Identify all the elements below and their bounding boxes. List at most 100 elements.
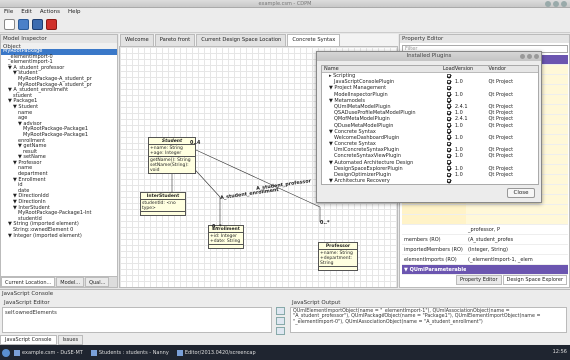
taskbar-item[interactable]: Editor/2013.0420/screencap <box>176 349 256 356</box>
plugin-row[interactable]: GccXmlArchitectureRecoveryBackendPlugin 1… <box>322 184 538 185</box>
clear-icon[interactable] <box>276 327 285 335</box>
javascript-console-panel: JavaScript Console JavaScript Editor Jav… <box>0 289 570 345</box>
header-load[interactable]: Load <box>443 66 455 72</box>
taskbar-item[interactable]: example.csm - DuSE-MT <box>14 349 83 356</box>
property-row[interactable] <box>402 205 568 215</box>
inspector-tab[interactable]: Current Location... <box>1 277 56 287</box>
load-checkbox[interactable] <box>446 79 451 84</box>
property-row[interactable]: _professor, P <box>402 225 568 235</box>
uml-class-name: Student <box>149 138 195 145</box>
taskbar: example.csm - DuSE-MT Students : students… <box>0 345 570 360</box>
taskbar-item-label: example.csm - DuSE-MT <box>22 349 83 356</box>
new-file-icon[interactable] <box>4 19 15 30</box>
menu-item[interactable]: Help <box>68 9 81 15</box>
window-titlebar: example.csm - CDPM <box>0 0 570 8</box>
menu-item[interactable]: File <box>4 9 13 15</box>
plugins-list-header: Name Load Version Vendor <box>322 66 538 73</box>
tree-item[interactable]: ▼ Integer (imported element) <box>1 233 117 240</box>
close-button[interactable]: Close <box>507 188 535 198</box>
load-checkbox[interactable] <box>446 92 451 97</box>
load-checkbox[interactable] <box>446 73 451 78</box>
js-console-title: JavaScript Console <box>0 290 570 298</box>
center-tab[interactable]: Welcome <box>120 34 154 46</box>
close-project-icon[interactable] <box>46 19 57 30</box>
menubar: File Edit Actions Help <box>0 8 570 16</box>
window-title: example.csm - CDPM <box>258 1 312 7</box>
plugin-load-cell <box>443 184 455 185</box>
inspector-tab[interactable]: Qual... <box>85 277 110 287</box>
header-name[interactable]: Name <box>322 66 443 72</box>
property-value <box>466 265 568 274</box>
start-menu-icon[interactable] <box>2 348 10 357</box>
inspector-bottom-tabs: Current Location... Model... Qual... <box>1 276 117 287</box>
load-checkbox[interactable] <box>446 116 451 121</box>
installed-plugins-dialog: Installed Plugins Name Load Version Vend… <box>316 51 542 203</box>
center-tabs: Welcome Pareto front Current Design Space … <box>119 34 398 46</box>
load-checkbox[interactable] <box>446 141 451 146</box>
save-icon[interactable] <box>32 19 43 30</box>
taskbar-item[interactable]: Students : students - Nanny <box>90 349 169 356</box>
uml-class-interstudent[interactable]: InterStudent studentId: <no type> <box>140 192 186 216</box>
property-key: ▼ QUmlParameterableElem... <box>402 265 466 274</box>
load-checkbox[interactable] <box>446 129 451 134</box>
property-row[interactable]: elementImports (RO) (_elementImport-1, _e… <box>402 255 568 265</box>
load-checkbox[interactable] <box>446 153 451 158</box>
load-checkbox[interactable] <box>446 172 451 177</box>
dialog-maximize-icon[interactable] <box>527 53 532 59</box>
inspector-tab[interactable]: Model... <box>56 277 85 287</box>
js-editor[interactable]: self.ownedElements <box>2 307 272 333</box>
property-key: members (RO) <box>402 235 466 244</box>
center-tab[interactable]: Current Design Space Location <box>196 34 287 46</box>
open-folder-icon[interactable] <box>18 19 29 30</box>
property-row[interactable]: members (RO) (A_student_profes <box>402 235 568 245</box>
header-vendor[interactable]: Vendor <box>489 66 539 72</box>
load-checkbox[interactable] <box>446 135 451 140</box>
close-window-icon[interactable] <box>561 1 567 7</box>
js-console-tab[interactable]: JavaScript Console <box>0 335 57 345</box>
minimize-icon[interactable] <box>545 1 551 7</box>
load-checkbox[interactable] <box>446 98 451 103</box>
property-value: _professor, P <box>466 225 568 234</box>
uml-attributes: +id: Integer +date: String <box>209 233 243 245</box>
maximize-icon[interactable] <box>553 1 559 7</box>
dialog-minimize-icon[interactable] <box>520 53 525 59</box>
js-output-label: JavaScript Output <box>292 300 341 306</box>
load-checkbox[interactable] <box>446 166 451 171</box>
model-tree[interactable]: MyRootPackage _elementImport-0 _elementImp… <box>1 49 117 275</box>
app-icon <box>14 349 20 356</box>
property-row[interactable]: ▼ QUmlParameterableElem... <box>402 265 568 275</box>
js-console-tab[interactable]: Issues <box>57 335 84 345</box>
menu-item[interactable]: Edit <box>21 9 32 15</box>
run-icon[interactable] <box>276 307 285 315</box>
load-checkbox[interactable] <box>446 123 451 127</box>
center-tab[interactable]: Concrete Syntax <box>287 34 341 46</box>
property-editor-tab[interactable]: Design Space Explorer <box>502 275 567 285</box>
load-checkbox[interactable] <box>446 110 451 115</box>
property-row[interactable] <box>402 215 568 225</box>
header-version[interactable]: Version <box>455 66 489 72</box>
menu-item[interactable]: Actions <box>40 9 60 15</box>
property-value: (_elementImport-1, _elem <box>466 255 568 264</box>
property-key: elementImports (RO) <box>402 255 466 264</box>
uml-class-name: Professor <box>319 243 357 250</box>
load-checkbox[interactable] <box>446 85 451 90</box>
uml-class-professor[interactable]: Professor +name: String +department: Strin… <box>318 242 358 271</box>
load-checkbox[interactable] <box>446 160 451 165</box>
taskbar-item-label: Students : students - Nanny <box>98 349 169 356</box>
load-checkbox[interactable] <box>446 104 451 109</box>
window-buttons <box>545 1 567 7</box>
load-checkbox[interactable] <box>446 147 451 152</box>
property-value: (A_student_profes <box>466 235 568 244</box>
load-checkbox[interactable] <box>446 178 451 183</box>
property-editor-tab[interactable]: Property Editor <box>455 275 502 285</box>
property-key: importedMembers (RO) <box>402 245 466 254</box>
property-row[interactable]: importedMembers (RO) (Integer, String) <box>402 245 568 255</box>
center-tab[interactable]: Pareto front <box>154 34 196 46</box>
save-script-icon[interactable] <box>276 317 285 325</box>
uml-operation: getName(): String <box>150 157 191 163</box>
uml-operations: getName(): String setName(String): void <box>149 157 195 173</box>
js-editor-label: JavaScript Editor <box>4 300 50 306</box>
uml-class-student[interactable]: Student +name: String +age: Integer getName… <box>148 137 196 174</box>
uml-operations <box>141 212 185 215</box>
dialog-close-icon[interactable] <box>534 53 539 59</box>
